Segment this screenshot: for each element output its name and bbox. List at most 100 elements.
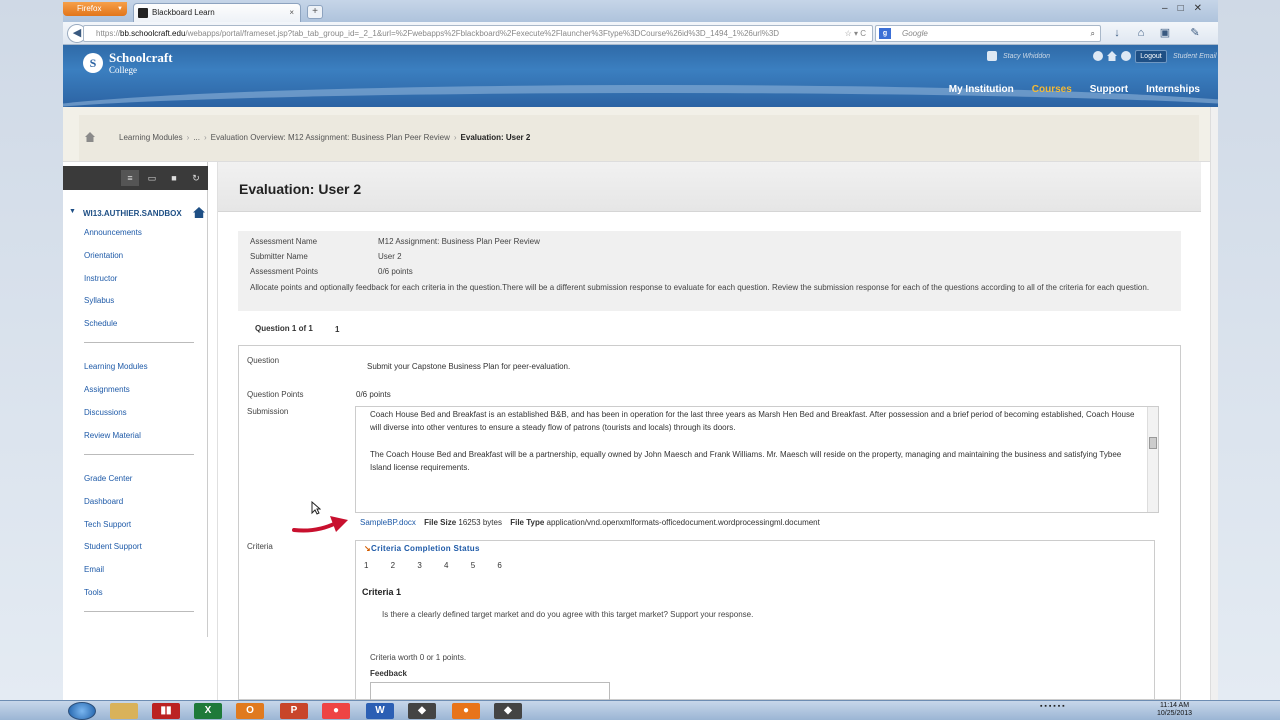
powerpoint-icon[interactable]: P (280, 703, 308, 719)
breadcrumb-current: Evaluation: User 2 (460, 133, 531, 142)
sidebar-item-assignments[interactable]: Assignments (84, 385, 130, 394)
course-menu: ≡ ▭ ■ ↻ ▼ WI13.AUTHIER.SANDBOX Announcem… (63, 162, 208, 637)
close-tab-icon[interactable]: × (289, 4, 294, 21)
logout-button[interactable]: Logout (1135, 50, 1167, 63)
criteria-number-links[interactable]: 1 2 3 4 5 6 (364, 561, 502, 570)
scrollbar-thumb[interactable] (1149, 437, 1157, 449)
student-email-link[interactable]: Student Email (1173, 49, 1217, 64)
start-button[interactable] (68, 702, 96, 720)
breadcrumb-home-icon[interactable] (85, 132, 95, 142)
search-input[interactable]: g Google ⌕ (875, 25, 1101, 42)
sidebar-item-grade-center[interactable]: Grade Center (84, 474, 132, 483)
submitter-name-label: Submitter Name (250, 252, 308, 261)
criteria-status-toggle[interactable]: ↘Criteria Completion Status (364, 544, 480, 553)
submission-scrollbar[interactable] (1147, 407, 1158, 512)
outlook-icon[interactable]: O (236, 703, 264, 719)
clock-time: 11:14 AM (1159, 702, 1190, 709)
page-scrollbar[interactable] (1210, 107, 1218, 700)
home-icon[interactable] (1107, 51, 1117, 61)
user-avatar-icon (987, 51, 997, 61)
url-bar[interactable]: https://bb.schoolcraft.edu/webapps/porta… (83, 25, 873, 42)
user-name[interactable]: Stacy Whiddon (1003, 49, 1050, 64)
nav-courses[interactable]: Courses (1032, 84, 1072, 95)
download-icon[interactable]: ↓ (1109, 25, 1125, 41)
chrome-icon[interactable]: ● (322, 703, 350, 719)
excel-icon[interactable]: X (194, 703, 222, 719)
file-type-value: application/vnd.openxmlformats-officedoc… (546, 518, 820, 527)
breadcrumb-separator: › (186, 133, 190, 142)
sidebar-item-learning-modules[interactable]: Learning Modules (84, 362, 148, 371)
blackboard-favicon-icon (138, 8, 148, 18)
attachment-info: SampleBP.docx File Size 16253 bytes File… (360, 518, 820, 527)
window-controls[interactable]: –□✕ (1118, 0, 1218, 18)
nav-support[interactable]: Support (1090, 84, 1128, 95)
submission-paragraph: The Coach House Bed and Breakfast will b… (370, 450, 1122, 472)
sidebar-item-review-material[interactable]: Review Material (84, 431, 141, 440)
user-icon[interactable] (1093, 51, 1103, 61)
breadcrumb-item[interactable]: ... (193, 133, 200, 142)
sidebar-item-tech-support[interactable]: Tech Support (84, 520, 131, 529)
blackboard-header: S Schoolcraft College Stacy Whiddon Logou… (63, 45, 1218, 107)
feedback-field[interactable] (370, 682, 610, 702)
assessment-name-value: M12 Assignment: Business Plan Peer Revie… (378, 237, 540, 246)
sidebar-item-orientation[interactable]: Orientation (84, 251, 123, 260)
firefox-menu-button[interactable]: Firefox ▼ (63, 2, 127, 16)
help-icon[interactable] (1121, 51, 1131, 61)
submission-textarea[interactable]: Coach House Bed and Breakfast is an esta… (355, 406, 1159, 513)
tab-question-number[interactable]: 1 (335, 325, 339, 334)
sidebar-item-discussions[interactable]: Discussions (84, 408, 127, 417)
breadcrumb: Learning Modules ›... › Evaluation Overview… (79, 115, 1199, 161)
list-view-icon[interactable]: ≡ (121, 170, 139, 186)
media-icon[interactable]: ▮▮ (152, 703, 180, 719)
nav-my-institution[interactable]: My Institution (949, 84, 1014, 95)
sidebar-item-student-support[interactable]: Student Support (84, 542, 142, 551)
breadcrumb-item[interactable]: Evaluation Overview: M12 Assignment: Bus… (211, 133, 450, 142)
sidebar-item-email[interactable]: Email (84, 565, 104, 574)
collapse-triangle-icon[interactable]: ▼ (69, 208, 76, 215)
sidebar-item-schedule[interactable]: Schedule (84, 319, 117, 328)
url-controls-icon[interactable]: ☆ ▾ C (845, 26, 866, 41)
tools-icon[interactable]: ✎ (1187, 25, 1203, 41)
breadcrumb-item[interactable]: Learning Modules (119, 133, 183, 142)
google-icon: g (879, 28, 891, 39)
window-icon[interactable]: ■ (165, 170, 183, 186)
sidebar-divider (84, 611, 194, 612)
tab-question-1-of-1[interactable]: Question 1 of 1 (255, 324, 313, 333)
firefox-icon[interactable]: ● (452, 703, 480, 719)
folder-view-icon[interactable]: ▭ (143, 170, 161, 186)
home-icon[interactable]: ⌂ (1133, 25, 1149, 41)
clock[interactable]: 11:14 AM 10/25/2013 (1157, 702, 1192, 718)
attachment-link[interactable]: SampleBP.docx (360, 518, 416, 527)
browser-tab[interactable]: Blackboard Learn × (133, 3, 301, 22)
sidebar-divider (84, 454, 194, 455)
criteria-status-title: Criteria Completion Status (371, 544, 480, 553)
course-menu-toolbar: ≡ ▭ ■ ↻ (63, 166, 208, 190)
tab-title: Blackboard Learn (152, 8, 215, 17)
sidebar-item-announcements[interactable]: Announcements (84, 228, 142, 237)
sidebar-item-tools[interactable]: Tools (84, 588, 103, 597)
app-icon[interactable]: ◆ (494, 703, 522, 719)
feedback-label: Feedback (370, 669, 407, 678)
firefox-menu-label: Firefox (77, 4, 102, 13)
file-size-value: 16253 bytes (458, 518, 502, 527)
red-arrow-annotation-icon (292, 516, 348, 533)
new-tab-button[interactable]: + (307, 5, 323, 19)
schoolcraft-logo-icon: S (83, 53, 103, 73)
nav-internships[interactable]: Internships (1146, 84, 1200, 95)
content-area: Evaluation: User 2 Assessment Name M12 A… (217, 162, 1201, 702)
sidebar-item-syllabus[interactable]: Syllabus (84, 296, 114, 305)
explorer-icon[interactable] (110, 703, 138, 719)
url-prefix: https:// (96, 29, 121, 38)
sidebar-item-dashboard[interactable]: Dashboard (84, 497, 123, 506)
search-icon[interactable]: ⌕ (1091, 26, 1095, 41)
word-icon[interactable]: W (366, 703, 394, 719)
screen-icon[interactable]: ▣ (1157, 25, 1173, 41)
refresh-icon[interactable]: ↻ (187, 170, 205, 186)
course-home-icon[interactable] (193, 207, 205, 218)
criteria-title: Criteria 1 (362, 587, 402, 597)
app-icon[interactable]: ◆ (408, 703, 436, 719)
sidebar-item-instructor[interactable]: Instructor (84, 274, 117, 283)
course-title[interactable]: WI13.AUTHIER.SANDBOX (83, 209, 182, 218)
schoolcraft-logo-text[interactable]: Schoolcraft College (109, 51, 173, 76)
breadcrumb-separator: › (203, 133, 207, 142)
